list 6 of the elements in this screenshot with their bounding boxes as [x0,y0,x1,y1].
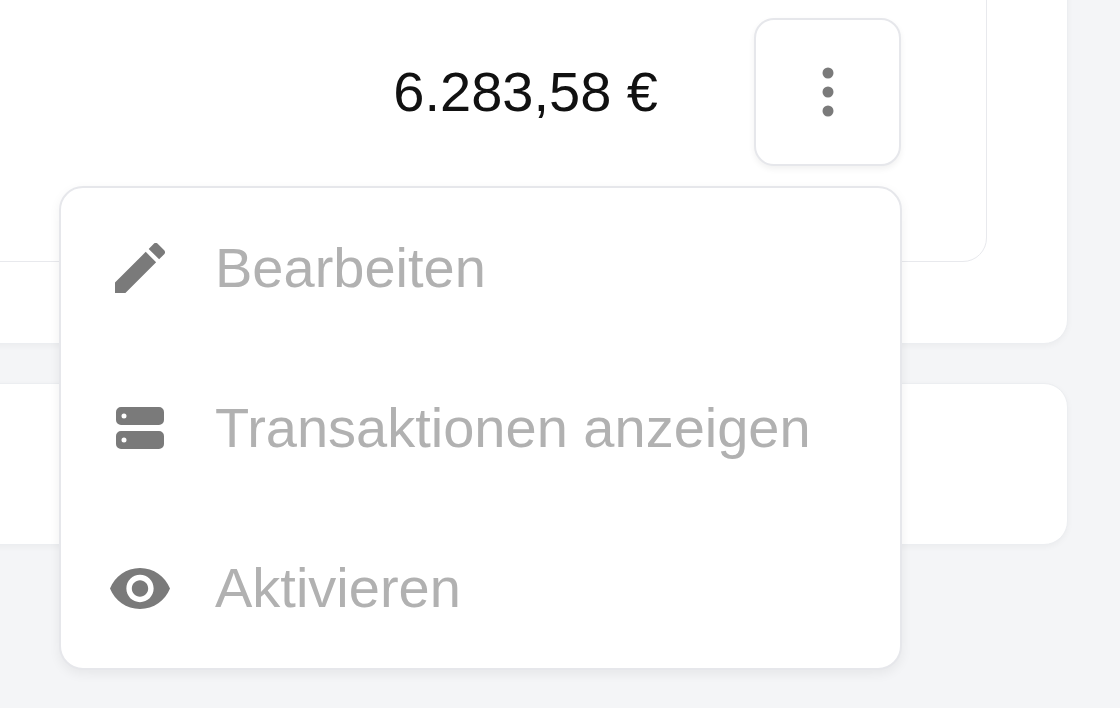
server-icon [116,407,164,449]
kebab-icon [821,67,834,117]
more-options-button[interactable] [754,18,901,166]
pencil-icon [115,243,165,293]
balance-amount: 6.283,58 € [393,64,658,120]
eye-icon [110,567,170,609]
